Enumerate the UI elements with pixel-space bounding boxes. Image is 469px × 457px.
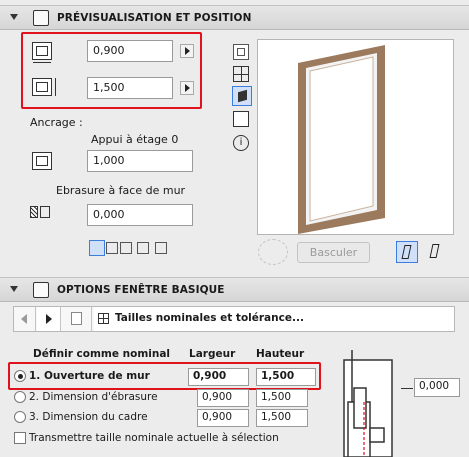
flip-button[interactable]: Basculer <box>297 242 370 263</box>
window-options-icon <box>33 282 49 298</box>
section-title: PRÉVISUALISATION ET POSITION <box>57 12 252 24</box>
anchor-option-3-icon[interactable] <box>120 242 132 254</box>
nominal-height-input[interactable]: 1,500 <box>256 389 308 407</box>
nominal-col-height: Hauteur <box>256 348 305 360</box>
section-header-preview[interactable]: PRÉVISUALISATION ET POSITION <box>0 5 469 30</box>
transfer-checkbox[interactable] <box>14 432 26 444</box>
reveal-input[interactable]: 0,000 <box>87 204 193 226</box>
page-select-dropdown[interactable]: Tailles nominales et tolérance... <box>94 307 454 331</box>
anchor-floor-input[interactable]: 1,000 <box>87 150 193 172</box>
section-diagram <box>330 340 410 457</box>
view-plan-icon[interactable] <box>233 66 249 82</box>
nominal-col-width: Largeur <box>189 348 236 360</box>
window-preview-icon <box>33 10 49 26</box>
window-3d-preview <box>257 39 454 235</box>
nominal-height-input[interactable]: 1,500 <box>256 409 308 427</box>
options-page-toolbar: Tailles nominales et tolérance... <box>13 306 455 332</box>
nominal-radio-reveal[interactable] <box>14 391 26 403</box>
view-3d-icon[interactable] <box>232 86 252 106</box>
reveal-wall-icon <box>28 203 58 221</box>
side-dim-input[interactable]: 0,000 <box>414 378 460 397</box>
anchor-floor-label: Appui à étage 0 <box>91 133 179 146</box>
next-page-button[interactable] <box>37 307 61 331</box>
reveal-label: Ebrasure à face de mur <box>56 184 186 197</box>
section-title: OPTIONS FENÊTRE BASIQUE <box>57 284 225 296</box>
flip-mirror-icon <box>258 239 288 265</box>
view-section-icon[interactable] <box>233 111 249 127</box>
nominal-row-label: 3. Dimension du cadre <box>29 411 148 423</box>
nominal-width-input[interactable]: 0,900 <box>197 409 249 427</box>
size-highlight-box <box>21 32 202 109</box>
view-2d-icon[interactable] <box>233 44 249 60</box>
nominal-header-label: Définir comme nominal <box>33 348 171 360</box>
collapse-triangle-icon[interactable] <box>10 286 18 292</box>
opening-highlight-box <box>8 362 321 390</box>
info-icon[interactable]: i <box>233 135 249 151</box>
page-list-icon[interactable] <box>62 307 92 331</box>
anchor-option-4-icon[interactable] <box>137 242 149 254</box>
anchor-option-2-icon[interactable] <box>106 242 118 254</box>
nominal-row-label: 2. Dimension d'ébrasure <box>29 391 158 403</box>
collapse-triangle-icon[interactable] <box>10 14 18 20</box>
anchor-option-5-icon[interactable] <box>155 242 167 254</box>
anchor-option-1-icon[interactable] <box>89 240 105 256</box>
side-dim-line <box>401 388 413 389</box>
sill-anchor-icon <box>30 150 56 174</box>
anchor-label: Ancrage : <box>30 116 83 129</box>
section-header-options[interactable]: OPTIONS FENÊTRE BASIQUE <box>0 277 469 302</box>
transfer-label: Transmettre taille nominale actuelle à s… <box>29 432 279 444</box>
grid-icon <box>98 313 109 324</box>
opening-side-left-icon[interactable] <box>396 241 418 263</box>
window-frame-drawing <box>298 45 385 234</box>
prev-page-button[interactable] <box>14 307 36 331</box>
page-select-value: Tailles nominales et tolérance... <box>115 312 304 324</box>
nominal-radio-frame[interactable] <box>14 411 26 423</box>
opening-side-right-icon[interactable] <box>425 241 447 263</box>
nominal-width-input[interactable]: 0,900 <box>197 389 249 407</box>
